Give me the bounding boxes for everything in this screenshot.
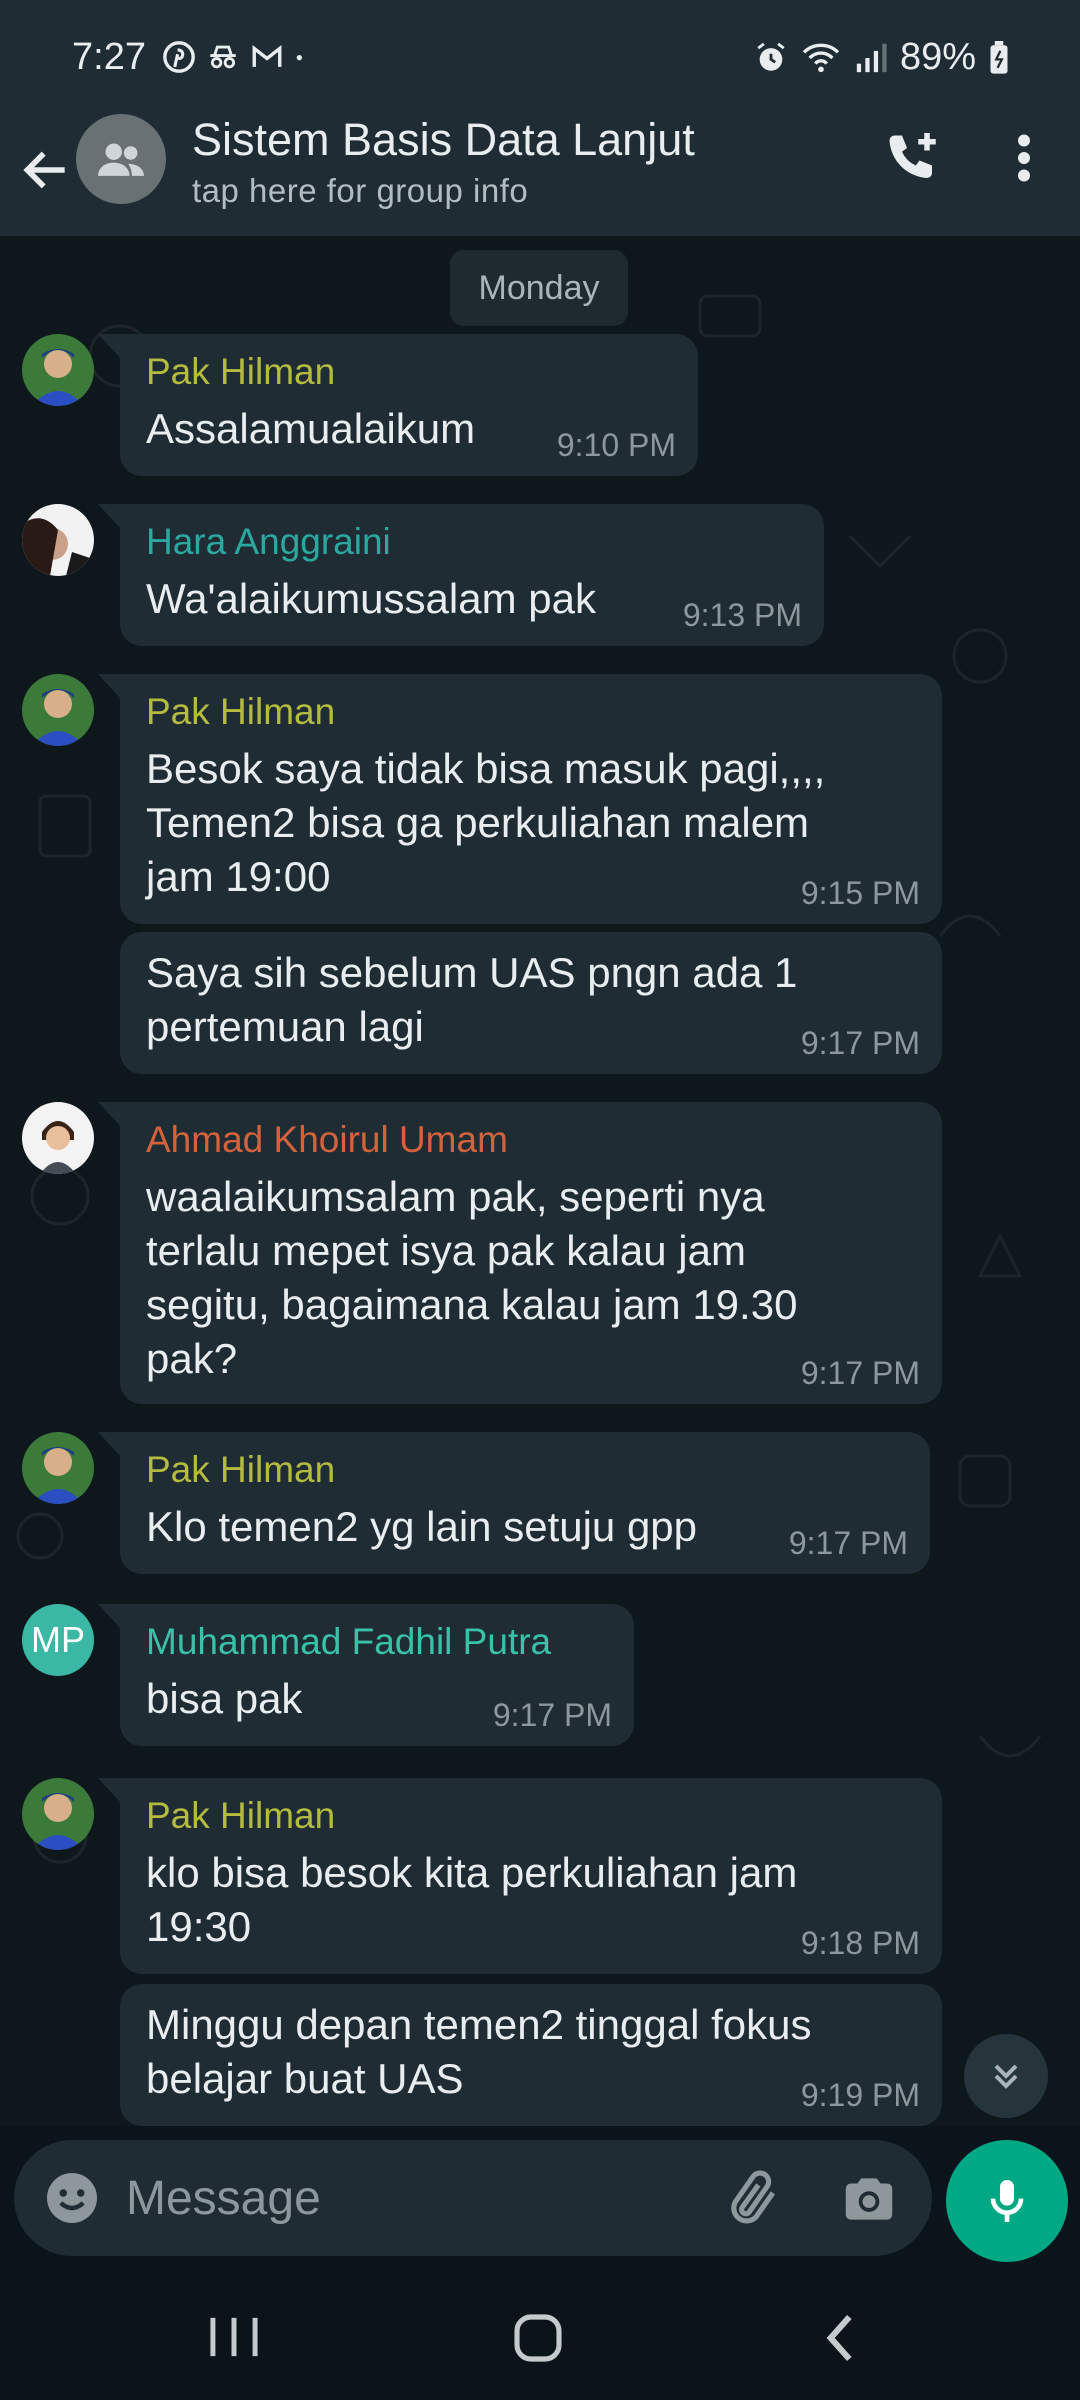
pinterest-icon <box>163 41 195 73</box>
avatar-ahmad-khoirul-umam[interactable] <box>22 1102 94 1174</box>
message-time: 9:18 PM <box>800 1925 920 1961</box>
group-icon <box>98 143 144 176</box>
message-bubble[interactable]: Pak Hilman klo bisa besok kita perkuliah… <box>98 1778 942 1974</box>
arrow-left-icon[interactable] <box>18 142 74 198</box>
chat-area[interactable]: Monday Pak Hilman Assalamualaikum 9:10 P… <box>0 236 1080 2126</box>
message-bubble[interactable]: Hara Anggraini Wa'alaikumussalam pak 9:1… <box>98 504 824 646</box>
message-time: 9:19 PM <box>800 2077 920 2113</box>
wifi-icon <box>802 43 840 72</box>
nav-back-icon[interactable] <box>820 2310 860 2366</box>
message-input[interactable] <box>126 2166 686 2230</box>
avatar-pak-hilman[interactable] <box>22 1432 94 1504</box>
message-time: 9:10 PM <box>556 427 676 463</box>
message-bubble[interactable]: Saya sih sebelum UAS pngn ada 1 pertemua… <box>120 932 942 1074</box>
message-sender[interactable]: Hara Anggraini <box>146 518 800 566</box>
signal-icon <box>856 43 887 72</box>
status-system-icons: 89% <box>754 36 1010 79</box>
message-sender[interactable]: Pak Hilman <box>146 1792 918 1840</box>
message-composer[interactable] <box>14 2140 932 2256</box>
group-subtitle[interactable]: tap here for group info <box>192 172 528 210</box>
avatar-pak-hilman[interactable] <box>22 334 94 406</box>
avatar-pak-hilman[interactable] <box>22 674 94 746</box>
status-notification-icons <box>162 40 310 74</box>
message-time: 9:15 PM <box>800 875 920 911</box>
avatar-hara-anggraini[interactable] <box>22 504 94 576</box>
message-sender[interactable]: Pak Hilman <box>146 348 674 396</box>
alarm-icon <box>757 42 785 71</box>
avatar-pak-hilman[interactable] <box>22 1778 94 1850</box>
dot-icon <box>296 55 302 61</box>
message-sender[interactable]: Ahmad Khoirul Umam <box>146 1116 918 1164</box>
system-nav-bar <box>0 2270 1080 2400</box>
incognito-icon <box>210 45 236 69</box>
message-bubble[interactable]: Ahmad Khoirul Umam waalaikumsalam pak, s… <box>98 1102 942 1404</box>
avatar-initials: MP <box>31 1619 85 1660</box>
message-time: 9:17 PM <box>492 1697 612 1733</box>
status-time: 7:27 <box>72 36 146 78</box>
message-text: waalaikumsalam pak, seperti nya terlalu … <box>146 1173 798 1382</box>
double-chevron-down-icon <box>994 2064 1018 2089</box>
message-time: 9:17 PM <box>788 1525 908 1561</box>
group-title[interactable]: Sistem Basis Data Lanjut <box>192 114 695 166</box>
home-icon[interactable] <box>510 2310 566 2366</box>
add-call-icon[interactable] <box>882 128 942 188</box>
gmail-icon <box>252 45 282 67</box>
status-bar: 7:27 89% <box>0 0 1080 120</box>
day-separator: Monday <box>450 250 628 326</box>
more-vert-icon[interactable] <box>1004 128 1044 188</box>
emoji-icon[interactable] <box>42 2168 102 2228</box>
message-time: 9:17 PM <box>800 1025 920 1061</box>
paperclip-icon[interactable] <box>722 2168 784 2230</box>
message-bubble[interactable]: Muhammad Fadhil Putra bisa pak 9:17 PM <box>98 1604 634 1746</box>
message-sender[interactable]: Muhammad Fadhil Putra <box>146 1618 610 1666</box>
camera-icon[interactable] <box>838 2168 900 2230</box>
message-bubble[interactable]: Pak Hilman Klo temen2 yg lain setuju gpp… <box>98 1432 930 1574</box>
message-bubble[interactable]: Pak Hilman Besok saya tidak bisa masuk p… <box>98 674 942 924</box>
group-avatar[interactable] <box>76 114 166 204</box>
recent-apps-icon[interactable] <box>204 2314 264 2360</box>
message-bubble[interactable]: Pak Hilman Assalamualaikum 9:10 PM <box>98 334 698 476</box>
message-sender[interactable]: Pak Hilman <box>146 688 918 736</box>
battery-icon <box>990 40 1008 74</box>
message-sender[interactable]: Pak Hilman <box>146 1446 906 1494</box>
message-time: 9:13 PM <box>682 597 802 633</box>
message-time: 9:17 PM <box>800 1355 920 1391</box>
scroll-to-bottom-button[interactable] <box>964 2034 1048 2118</box>
avatar-muhammad-fadhil-putra[interactable]: MP <box>22 1604 94 1676</box>
message-bubble[interactable]: Minggu depan temen2 tinggal fokus belaja… <box>120 1984 942 2126</box>
battery-percent: 89% <box>899 36 976 78</box>
mic-icon <box>990 2180 1024 2222</box>
chat-header[interactable]: Sistem Basis Data Lanjut tap here for gr… <box>0 114 1080 236</box>
mic-button[interactable] <box>946 2140 1068 2262</box>
